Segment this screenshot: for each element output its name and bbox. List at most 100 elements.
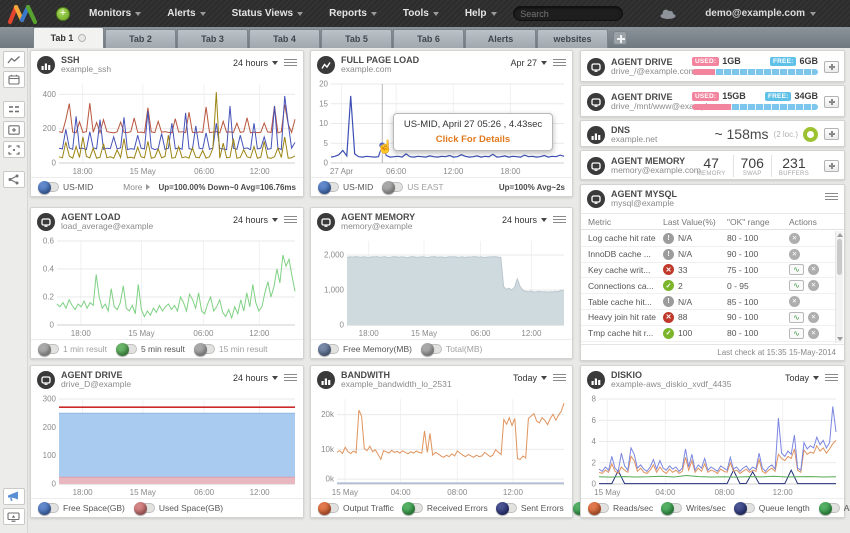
toggle-switch[interactable]: [318, 182, 339, 192]
table-row[interactable]: Key cache writ...✕3375 - 100∿✕: [581, 263, 835, 279]
chart-tooltip[interactable]: US-MID, April 27 05:26 , 4.43sec Click F…: [393, 113, 553, 151]
toggle-switch[interactable]: [734, 503, 755, 513]
calendar-tool-button[interactable]: [3, 71, 25, 88]
search-input[interactable]: [520, 9, 637, 19]
remove-metric-button[interactable]: ✕: [808, 264, 819, 275]
expand-widget-button[interactable]: [824, 128, 839, 140]
memory-chart[interactable]: 18:0015 May06:0012:0001,0002,000: [313, 235, 570, 338]
table-row[interactable]: InnoDB cache ...!N/A90 - 100✕: [581, 247, 835, 263]
widget-menu-icon[interactable]: [553, 216, 566, 225]
toggle-switch[interactable]: [588, 503, 609, 513]
toggle-us-mid[interactable]: US-MID: [38, 182, 93, 192]
menu-alerts[interactable]: Alerts: [154, 0, 218, 27]
remove-metric-button[interactable]: ✕: [808, 328, 819, 339]
diskio-chart[interactable]: 15 May04:0008:0012:0002468: [583, 393, 842, 497]
remove-metric-button[interactable]: ✕: [789, 296, 800, 307]
table-row[interactable]: Log cache hit rate!N/A80 - 100✕: [581, 231, 835, 247]
toggle-free-space-gb[interactable]: Free Space(GB): [38, 503, 125, 513]
expand-widget-button[interactable]: [824, 160, 839, 172]
remove-metric-button[interactable]: ✕: [808, 312, 819, 323]
menu-reports[interactable]: Reports: [316, 0, 390, 27]
expand-widget-button[interactable]: [824, 96, 839, 108]
time-range-selector[interactable]: 24 hours: [233, 373, 278, 383]
close-tab-icon[interactable]: [78, 34, 86, 42]
toggle-switch[interactable]: [496, 503, 517, 513]
time-range-selector[interactable]: Today: [785, 373, 819, 383]
toggle-queue-length[interactable]: Queue length: [734, 503, 810, 513]
add-widget-button[interactable]: [3, 121, 25, 138]
screen-view-button[interactable]: [3, 508, 25, 525]
widget-menu-icon[interactable]: [284, 59, 297, 68]
user-menu[interactable]: demo@example.com: [705, 8, 816, 19]
toggle-switch[interactable]: [38, 503, 59, 513]
toggle-writes-sec[interactable]: Writes/sec: [661, 503, 726, 513]
ssh-chart[interactable]: 18:0015 May06:0012:000200400: [33, 78, 301, 176]
time-range-selector[interactable]: 24 hours: [502, 215, 547, 225]
time-range-selector[interactable]: 24 hours: [233, 58, 278, 68]
toggle-15-min-result[interactable]: 15 min result: [194, 344, 268, 354]
toggle-switch[interactable]: [421, 344, 442, 354]
tooltip-details-link[interactable]: Click For Details: [398, 134, 548, 145]
more-link[interactable]: More: [123, 182, 149, 192]
menu-help[interactable]: Help: [452, 0, 510, 27]
toggle-switch[interactable]: [382, 182, 403, 192]
widget-menu-icon[interactable]: [553, 374, 566, 383]
tab-tab-3[interactable]: Tab 3: [177, 29, 248, 48]
time-range-selector[interactable]: Today: [513, 373, 547, 383]
table-scrollbar[interactable]: [835, 231, 843, 343]
scroll-down-icon[interactable]: [837, 337, 843, 341]
menu-monitors[interactable]: Monitors: [76, 0, 154, 27]
add-monitor-button[interactable]: +: [56, 7, 70, 21]
drive-space-chart[interactable]: 18:0015 May06:0012:000100200300: [33, 393, 301, 497]
widget-menu-icon[interactable]: [825, 193, 838, 202]
tab-tab-5[interactable]: Tab 5: [321, 29, 392, 48]
time-range-selector[interactable]: 24 hours: [233, 215, 278, 225]
trend-chart-tool-button[interactable]: [3, 51, 25, 68]
expand-widget-button[interactable]: [824, 61, 839, 73]
toggle-switch[interactable]: [116, 344, 137, 354]
toggle-used-space-gb[interactable]: Used Space(GB): [134, 503, 223, 513]
load-chart[interactable]: 18:0015 May06:0012:0000.20.40.6: [33, 235, 301, 338]
fullscreen-button[interactable]: [3, 141, 25, 158]
toggle-switch[interactable]: [661, 503, 682, 513]
tab-tab-2[interactable]: Tab 2: [105, 29, 176, 48]
sparkline-button[interactable]: ∿: [789, 312, 804, 323]
remove-metric-button[interactable]: ✕: [808, 280, 819, 291]
scroll-up-icon[interactable]: [837, 233, 843, 237]
announcements-button[interactable]: [3, 488, 25, 505]
toggle-total-mb[interactable]: Total(MB): [421, 344, 482, 354]
table-row[interactable]: Key cache hit r...✓10095 - 100∿✕: [581, 342, 835, 343]
widget-menu-icon[interactable]: [284, 374, 297, 383]
cloud-icon[interactable]: [659, 8, 677, 19]
date-selector[interactable]: Apr 27: [510, 58, 547, 68]
toggle-switch[interactable]: [819, 503, 840, 513]
toggle-all[interactable]: All: [819, 503, 850, 513]
table-row[interactable]: Heavy join hit rate✕8890 - 100∿✕: [581, 310, 835, 326]
tab-tab-1[interactable]: Tab 1: [33, 27, 104, 48]
tab-websites[interactable]: websites: [537, 29, 608, 48]
tab-tab-4[interactable]: Tab 4: [249, 29, 320, 48]
bandwidth-chart[interactable]: 15 May04:0008:0012:000k10k20k: [313, 393, 570, 497]
table-row[interactable]: Table cache hit...!N/A85 - 100✕: [581, 294, 835, 310]
widget-menu-icon[interactable]: [825, 374, 838, 383]
toggle-switch[interactable]: [194, 344, 215, 354]
share-button[interactable]: [3, 171, 25, 188]
toggle-switch[interactable]: [134, 503, 155, 513]
tab-alerts[interactable]: Alerts: [465, 29, 536, 48]
sparkline-button[interactable]: ∿: [789, 280, 804, 291]
add-tab-button[interactable]: [613, 31, 627, 45]
toggle-sent-errors[interactable]: Sent Errors: [496, 503, 564, 513]
toggle-us-mid[interactable]: US-MID: [318, 182, 373, 192]
toggle-reads-sec[interactable]: Reads/sec: [588, 503, 653, 513]
menu-tools[interactable]: Tools: [390, 0, 452, 27]
toggle-free-memory-mb[interactable]: Free Memory(MB): [318, 344, 412, 354]
tab-tab-6[interactable]: Tab 6: [393, 29, 464, 48]
sparkline-button[interactable]: ∿: [789, 264, 804, 275]
scrollbar-thumb[interactable]: [837, 239, 842, 275]
remove-metric-button[interactable]: ✕: [789, 249, 800, 260]
toggle-1-min-result[interactable]: 1 min result: [38, 344, 107, 354]
toggle-switch[interactable]: [402, 503, 423, 513]
widget-menu-icon[interactable]: [553, 59, 566, 68]
list-view-button[interactable]: [3, 101, 25, 118]
menu-status-views[interactable]: Status Views: [219, 0, 317, 27]
